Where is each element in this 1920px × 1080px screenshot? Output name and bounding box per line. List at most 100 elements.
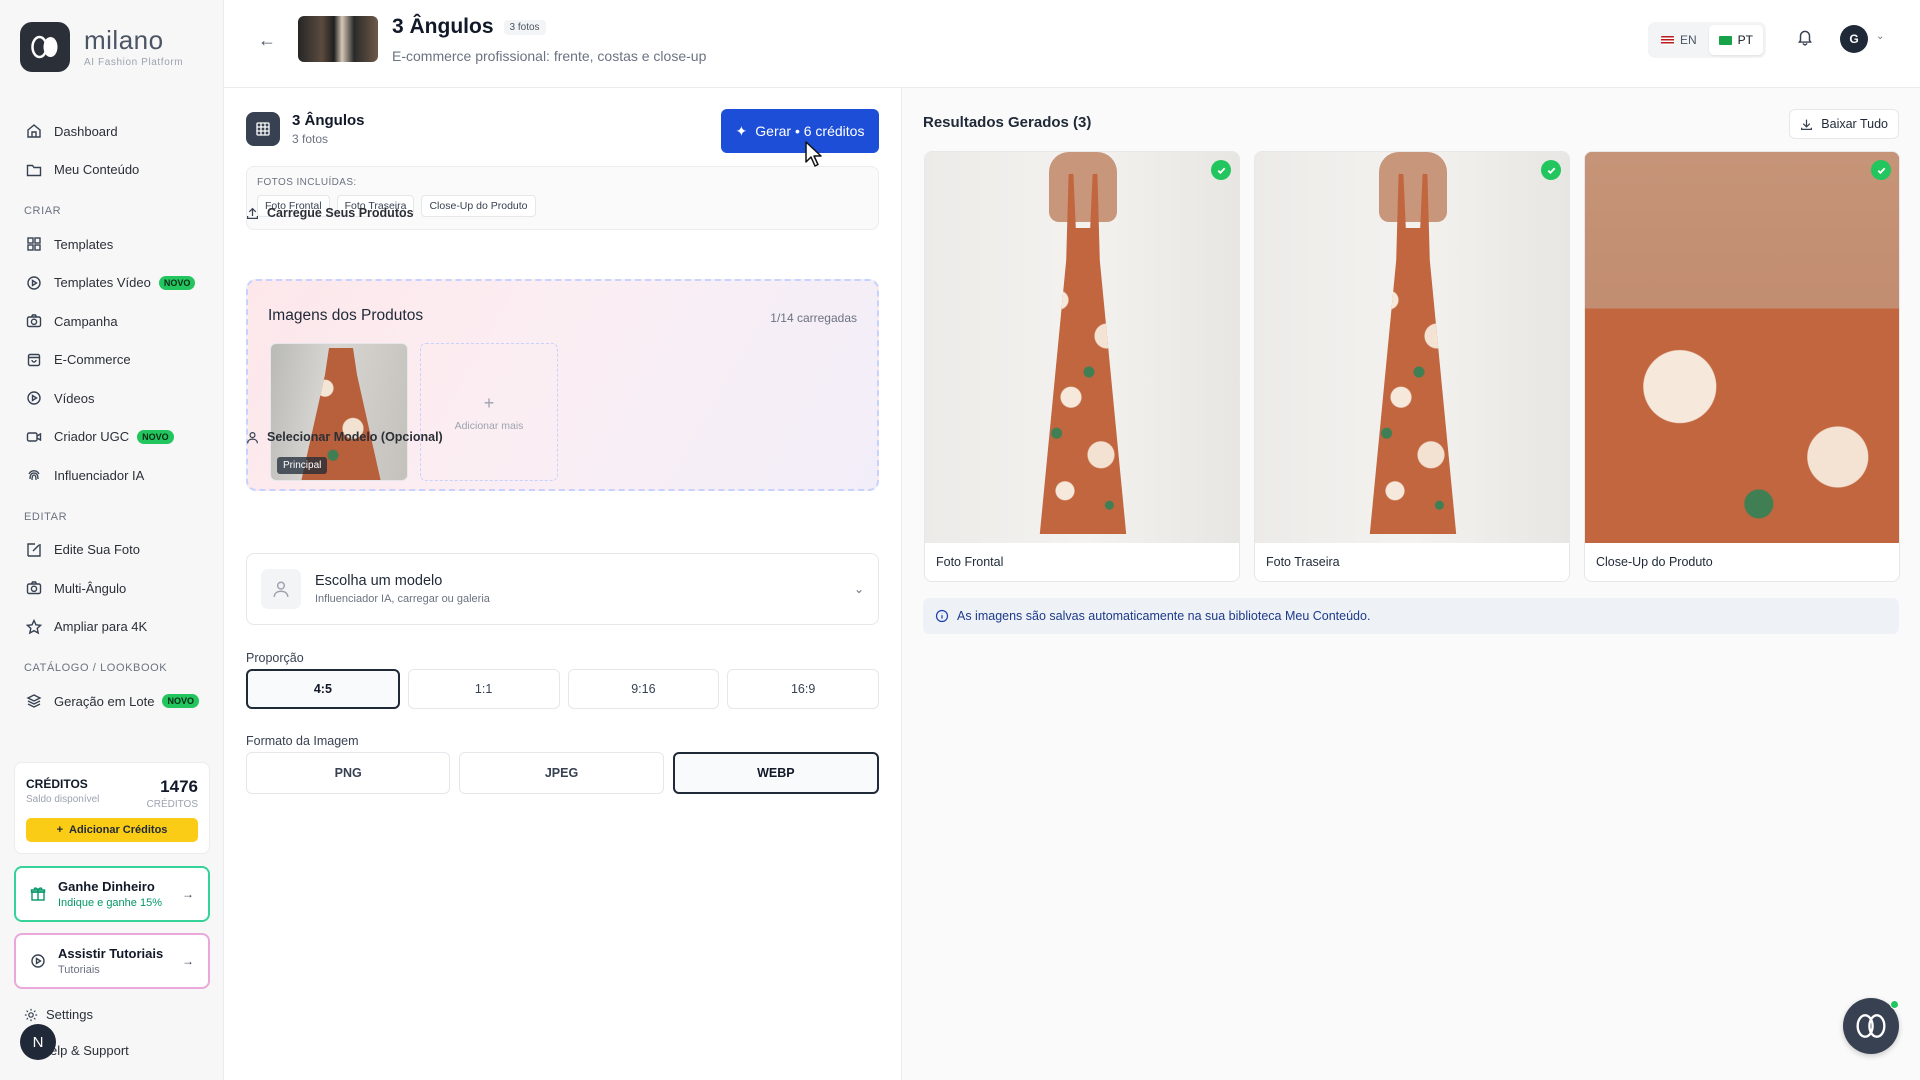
- earn-money-card[interactable]: Ganhe Dinheiro Indique e ganhe 15% →: [14, 866, 210, 922]
- credits-amount: 1476: [160, 777, 198, 796]
- sidebar-item-e-commerce[interactable]: E-Commerce: [0, 341, 224, 380]
- result-caption: Close-Up do Produto: [1596, 555, 1713, 569]
- user-avatar[interactable]: N: [20, 1024, 56, 1060]
- sidebar-item-label: Edite Sua Foto: [54, 542, 140, 558]
- credits-card: CRÉDITOS Saldo disponível 1476 CRÉDITOS …: [14, 762, 210, 854]
- included-label: FOTOS INCLUÍDAS:: [257, 177, 357, 188]
- config-panel: 3 Ângulos 3 fotos ✦ Gerar • 6 créditos F…: [224, 88, 902, 1080]
- info-banner: As imagens são salvas automaticamente na…: [923, 598, 1899, 634]
- chevron-down-icon[interactable]: ⌄: [1876, 31, 1884, 42]
- plus-icon: +: [56, 824, 64, 836]
- add-more-button[interactable]: + Adicionar mais: [420, 343, 558, 481]
- sidebar-item-dashboard[interactable]: Dashboard: [0, 112, 224, 151]
- result-image-back: [1255, 152, 1569, 543]
- upload-dropzone[interactable]: Imagens dos Produtos 1/14 carregadas Pri…: [246, 279, 879, 491]
- sidebar-item-label: Geração em Lote: [54, 693, 155, 709]
- lang-en-button[interactable]: EN: [1651, 25, 1707, 55]
- upload-count: 1/14 carregadas: [770, 311, 857, 325]
- credits-unit: CRÉDITOS: [146, 799, 199, 810]
- star-icon: [26, 618, 42, 635]
- model-section-label: Selecionar Modelo (Opcional): [246, 430, 443, 444]
- sidebar-item-templates[interactable]: Templates: [0, 225, 224, 264]
- add-credits-button[interactable]: + Adicionar Créditos: [26, 818, 198, 842]
- info-icon: [935, 609, 949, 623]
- results-title: Resultados Gerados (3): [923, 114, 1092, 131]
- section-title-editar: EDITAR: [24, 510, 68, 523]
- result-card-front[interactable]: Foto Frontal: [924, 151, 1240, 582]
- brand-name: milano: [84, 24, 164, 55]
- result-caption: Foto Frontal: [936, 555, 1004, 569]
- ratio-option-1-1[interactable]: 1:1: [407, 669, 560, 709]
- sidebar-item-edite-sua-foto[interactable]: Edite Sua Foto: [0, 531, 224, 570]
- lang-pt-button[interactable]: PT: [1708, 25, 1764, 55]
- add-more-label: Adicionar mais: [454, 419, 524, 432]
- play-circle-icon: [31, 954, 45, 968]
- principal-tag: Principal: [277, 457, 328, 474]
- arrow-right-icon: →: [182, 887, 194, 901]
- format-option-jpeg[interactable]: JPEG: [459, 752, 664, 794]
- dress-front: [1039, 174, 1127, 534]
- play-circle-icon: [27, 391, 41, 405]
- brazil-flag-icon: [1718, 35, 1732, 45]
- dress-back: [1369, 174, 1457, 534]
- check-icon: [1871, 160, 1891, 180]
- sidebar-item-influenciador-ia[interactable]: Influenciador IA: [0, 456, 224, 495]
- layers-icon: [26, 694, 42, 709]
- check-icon: [1541, 160, 1561, 180]
- download-all-button[interactable]: Baixar Tudo: [1789, 109, 1899, 139]
- model-select[interactable]: Escolha um modelo Influenciador IA, carr…: [246, 553, 879, 625]
- gear-icon: [24, 1008, 38, 1021]
- sidebar-item-meu-conteudo[interactable]: Meu Conteúdo: [0, 151, 224, 190]
- user-icon: [247, 431, 258, 443]
- ratio-label: Proporção: [246, 651, 304, 665]
- help-support-link[interactable]: elp & Support: [50, 1043, 129, 1058]
- sidebar-item-label: Influenciador IA: [54, 467, 145, 483]
- sidebar-item-videos[interactable]: Vídeos: [0, 379, 224, 418]
- language-switcher: EN PT: [1648, 22, 1767, 58]
- model-back: [1379, 152, 1447, 222]
- sidebar-item-label: Multi-Ângulo: [54, 580, 127, 596]
- format-option-webp[interactable]: WEBP: [672, 752, 879, 794]
- tutorials-card[interactable]: Assistir Tutoriais Tutoriais →: [14, 933, 210, 989]
- ratio-option-4-5[interactable]: 4:5: [246, 669, 400, 709]
- sidebar-item-label: Criador UGC: [54, 429, 130, 445]
- brand-logo[interactable]: milano AI Fashion Platform: [20, 22, 183, 72]
- download-icon: [1801, 119, 1813, 130]
- bell-icon[interactable]: [1796, 28, 1814, 46]
- ratio-option-16-9[interactable]: 16:9: [727, 669, 879, 709]
- config-title: 3 Ângulos: [292, 112, 365, 129]
- user-menu-avatar[interactable]: G: [1840, 25, 1868, 53]
- online-status-dot: [1890, 1000, 1899, 1009]
- sidebar-item-templates-video[interactable]: Templates Vídeo NOVO: [0, 264, 224, 303]
- settings-link[interactable]: Settings: [24, 1007, 93, 1022]
- sidebar-item-label: Meu Conteúdo: [54, 162, 140, 178]
- sidebar-item-campanha[interactable]: Campanha: [0, 302, 224, 341]
- result-caption: Foto Traseira: [1266, 555, 1340, 569]
- info-text: As imagens são salvas automaticamente na…: [957, 609, 1371, 623]
- result-image-closeup: [1585, 152, 1899, 543]
- user-icon: [261, 569, 301, 609]
- sidebar-item-ampliar-4k[interactable]: Ampliar para 4K: [0, 608, 224, 647]
- lang-label: PT: [1737, 33, 1754, 47]
- generate-label: Gerar • 6 créditos: [755, 123, 865, 139]
- grid-icon: [27, 237, 41, 251]
- back-arrow-icon[interactable]: ←: [258, 30, 276, 51]
- sidebar-item-multi-angulo[interactable]: Multi-Ângulo: [0, 569, 224, 608]
- sidebar-item-criador-ugc[interactable]: Criador UGC NOVO: [0, 418, 224, 457]
- mouse-cursor-icon: [805, 141, 822, 167]
- arrow-right-icon: →: [182, 954, 194, 968]
- ratio-option-9-16[interactable]: 9:16: [567, 669, 720, 709]
- sidebar-item-label: E-Commerce: [54, 352, 131, 368]
- shopping-bag-icon: [27, 353, 41, 366]
- result-card-back[interactable]: Foto Traseira: [1254, 151, 1570, 582]
- format-option-png[interactable]: PNG: [246, 752, 451, 794]
- credits-subtitle: Saldo disponível: [26, 794, 100, 805]
- result-card-closeup[interactable]: Close-Up do Produto: [1584, 151, 1900, 582]
- tutorials-title: Assistir Tutoriais: [58, 946, 164, 961]
- upload-icon: [247, 207, 258, 219]
- included-chip: Close-Up do Produto: [421, 195, 536, 217]
- product-thumbnail[interactable]: Principal: [270, 343, 408, 481]
- generate-button[interactable]: ✦ Gerar • 6 créditos: [721, 109, 879, 153]
- sidebar-item-geracao-em-lote[interactable]: Geração em Lote NOVO: [0, 682, 224, 721]
- results-panel: Resultados Gerados (3) Baixar Tudo Foto …: [903, 88, 1920, 1080]
